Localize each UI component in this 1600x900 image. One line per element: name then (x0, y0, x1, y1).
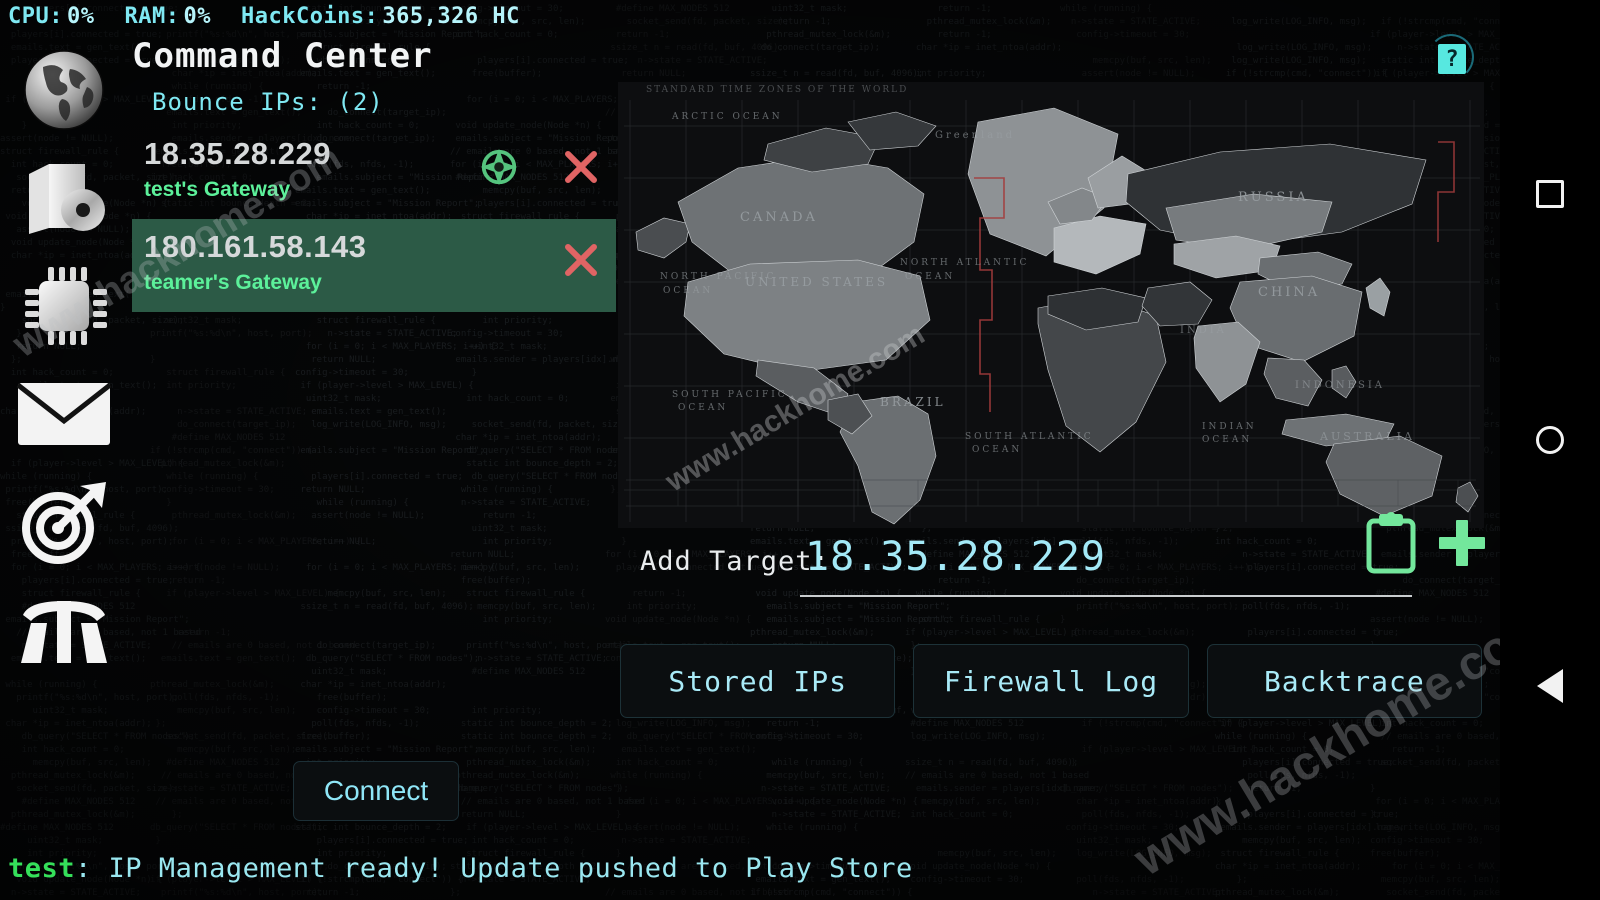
bounce-ip-owner: teamer's Gateway (144, 271, 322, 294)
home-button[interactable] (1500, 418, 1600, 462)
tab-button-row: Stored IPs Firewall Log Backtrace (620, 644, 1482, 718)
envelope-icon (16, 381, 112, 447)
cpu-label: CPU: (8, 3, 63, 29)
add-target-label: Add Target: (640, 546, 830, 577)
sidebar-item-mail[interactable] (16, 366, 112, 462)
clipboard-icon[interactable] (1364, 512, 1418, 578)
help-button[interactable]: ? (1438, 44, 1466, 74)
watermark: www.hackhome.com (1125, 597, 1559, 887)
bounce-ip-actions (560, 239, 602, 281)
connect-button[interactable]: Connect (293, 761, 459, 821)
target-arrow-icon (18, 478, 110, 566)
recents-square-icon (1536, 180, 1564, 208)
sidebar-item-software[interactable] (16, 150, 112, 246)
hackcoins-value: 365,326 HC (382, 3, 520, 29)
world-map[interactable]: STANDARD TIME ZONES OF THE WORLD CANADA … (618, 82, 1484, 528)
add-target-underline (800, 595, 1412, 597)
bounce-ip-actions (478, 146, 602, 188)
map-graphic (618, 82, 1484, 528)
recents-button[interactable] (1500, 172, 1600, 216)
cpu-chip-icon (21, 263, 107, 349)
tab-firewall-log[interactable]: Firewall Log (913, 644, 1189, 718)
back-button[interactable] (1500, 664, 1600, 708)
sidebar-item-gateway[interactable] (16, 582, 112, 678)
bounce-ips-label: Bounce IPs: (2) (152, 88, 384, 116)
plus-icon[interactable] (1436, 517, 1488, 573)
bounce-ip-list: 18.35.28.229 test's Gateway 180.161.58.143… (132, 126, 616, 312)
console-message: : IP Management ready! Update pushed to … (75, 853, 913, 884)
tab-stored-ips[interactable]: Stored IPs (620, 644, 896, 718)
add-target-row: Add Target: 18.35.28.229 (620, 512, 1488, 604)
page-title: Command Center (132, 36, 433, 76)
map-caption: STANDARD TIME ZONES OF THE WORLD (646, 85, 909, 95)
back-triangle-icon (1537, 669, 1563, 703)
software-box-icon (19, 158, 109, 238)
ram-value: 0% (183, 3, 211, 29)
crosshair-icon[interactable] (478, 146, 520, 188)
gate-icon (15, 593, 113, 667)
bounce-ip-row[interactable]: 18.35.28.229 test's Gateway (132, 126, 616, 219)
sidebar-item-hardware[interactable] (16, 258, 112, 354)
close-x-icon[interactable] (560, 146, 602, 188)
sidebar-rail (0, 32, 128, 862)
sidebar-item-missions[interactable] (16, 474, 112, 570)
console-username: test (8, 853, 76, 884)
bounce-ip-row[interactable]: 180.161.58.143 teamer's Gateway (132, 219, 616, 312)
bounce-ip-address: 180.161.58.143 (144, 229, 367, 264)
console-status-line: test: IP Management ready! Update pushed… (8, 853, 913, 884)
sidebar-item-world[interactable] (16, 42, 112, 138)
hackcoins-label: HackCoins: (240, 3, 379, 29)
cpu-value: 0% (66, 3, 95, 29)
home-circle-icon (1536, 426, 1564, 454)
tab-backtrace[interactable]: Backtrace (1206, 644, 1482, 718)
ram-label: RAM: (124, 3, 180, 29)
command-center-screen: printf("%s:%d\n", host, port); players[i… (0, 0, 1600, 900)
add-target-input[interactable]: 18.35.28.229 (805, 534, 1106, 580)
android-navigation-bar (1500, 0, 1600, 900)
close-x-icon[interactable] (560, 239, 602, 281)
globe-icon (21, 47, 107, 133)
status-bar: CPU: 0% RAM: 0% HackCoins: 365,326 HC (0, 0, 1500, 32)
